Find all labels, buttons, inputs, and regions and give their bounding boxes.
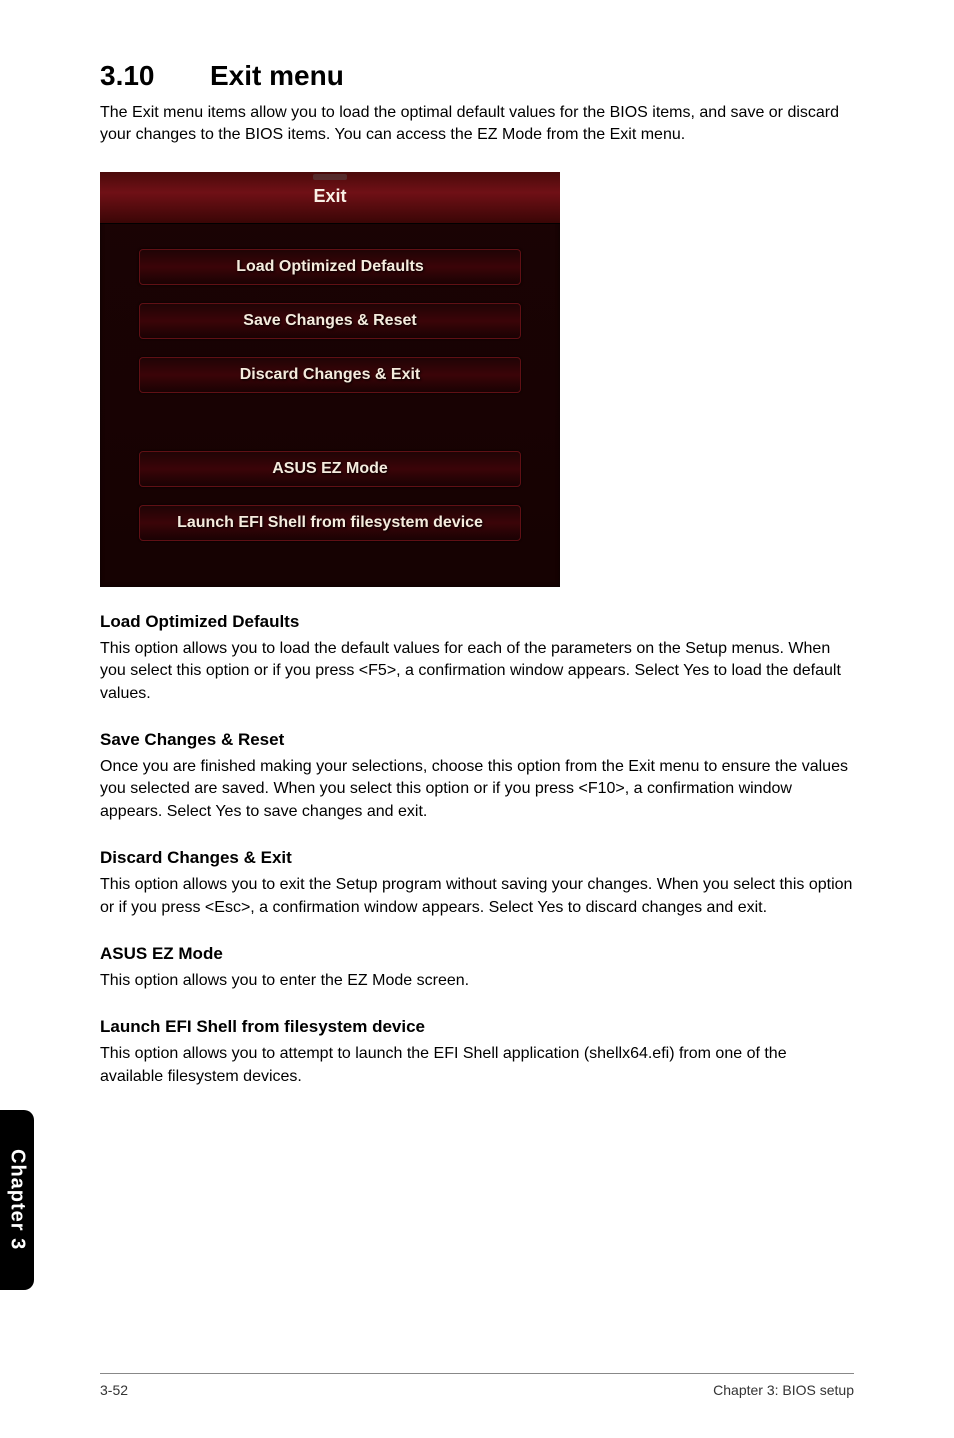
subsection-heading: Launch EFI Shell from filesystem device [100,1017,854,1037]
launch-efi-shell-button[interactable]: Launch EFI Shell from filesystem device [139,505,521,541]
subsection-heading: Discard Changes & Exit [100,848,854,868]
subsection-text: This option allows you to enter the EZ M… [100,970,854,992]
subsection-text: Once you are finished making your select… [100,756,854,823]
section-number: 3.10 [100,60,210,92]
subsection-heading: Save Changes & Reset [100,730,854,750]
discard-changes-exit-button[interactable]: Discard Changes & Exit [139,357,521,393]
bios-panel-body: Load Optimized Defaults Save Changes & R… [100,224,560,569]
page-footer: 3-52 Chapter 3: BIOS setup [100,1373,854,1398]
section-title: 3.10Exit menu [100,60,854,92]
subsection-text: This option allows you to load the defau… [100,638,854,705]
chapter-side-tab: Chapter 3 [0,1110,34,1290]
subsection-heading: Load Optimized Defaults [100,612,854,632]
section-heading: Exit menu [210,60,344,91]
subsection-text: This option allows you to exit the Setup… [100,874,854,919]
bios-panel-header: Exit [100,172,560,224]
footer-page-number: 3-52 [100,1382,128,1398]
footer-chapter-label: Chapter 3: BIOS setup [713,1382,854,1398]
save-changes-reset-button[interactable]: Save Changes & Reset [139,303,521,339]
bios-exit-panel: Exit Load Optimized Defaults Save Change… [100,172,560,587]
section-intro: The Exit menu items allow you to load th… [100,102,854,147]
subsection-heading: ASUS EZ Mode [100,944,854,964]
load-optimized-defaults-button[interactable]: Load Optimized Defaults [139,249,521,285]
chapter-side-label: Chapter 3 [6,1149,29,1250]
asus-ez-mode-button[interactable]: ASUS EZ Mode [139,451,521,487]
subsection-text: This option allows you to attempt to lau… [100,1043,854,1088]
